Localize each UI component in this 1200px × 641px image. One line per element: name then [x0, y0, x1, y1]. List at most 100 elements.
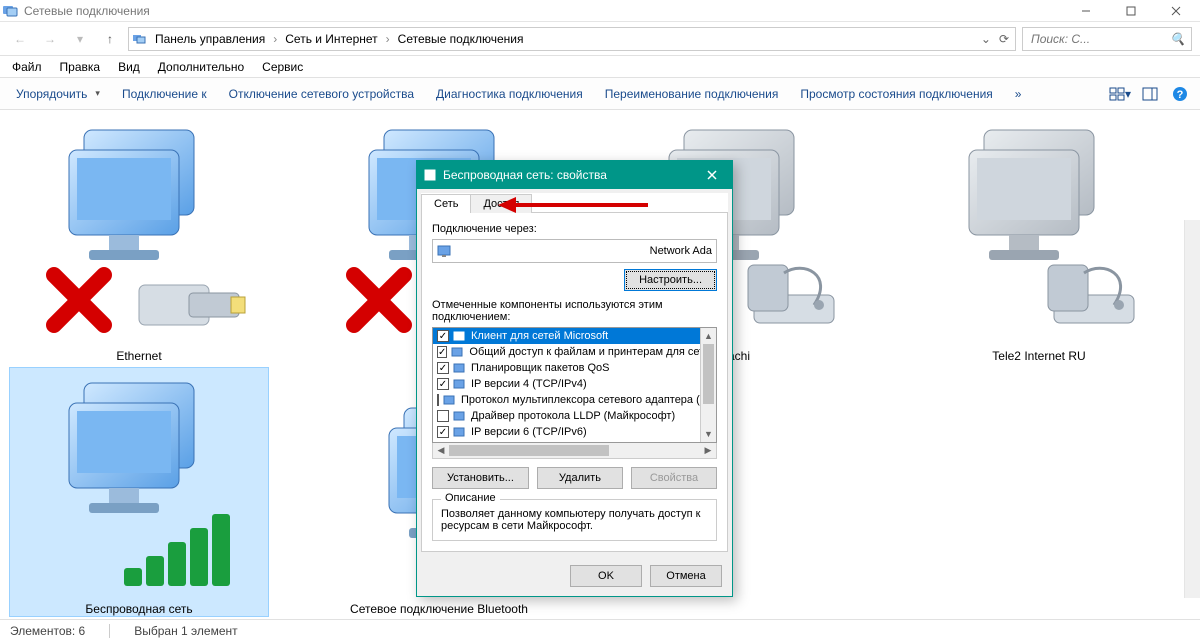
component-item[interactable]: ✓ IP версии 6 (TCP/IPv6)	[433, 424, 700, 440]
divider	[109, 624, 110, 638]
dialog-tabs: Сеть Доступ	[421, 193, 728, 213]
scroll-up-arrow[interactable]: ▲	[701, 328, 716, 344]
components-list: ✓Клиент для сетей Microsoft✓Общий доступ…	[432, 327, 717, 443]
breadcrumb-item[interactable]: Сетевые подключения	[394, 28, 528, 50]
uninstall-button[interactable]: Удалить	[537, 467, 623, 489]
navigation-row: ← → ▾ ↑ Панель управления › Сеть и Интер…	[0, 22, 1200, 56]
component-label: IP версии 6 (TCP/IPv6)	[471, 426, 587, 438]
component-icon	[453, 426, 467, 438]
breadcrumb-item[interactable]: Сеть и Интернет	[281, 28, 381, 50]
list-horizontal-scrollbar[interactable]: ◀ ▶	[432, 443, 717, 459]
cancel-button[interactable]: Отмена	[650, 565, 722, 587]
install-button[interactable]: Установить...	[432, 467, 529, 489]
connection-item-tele2[interactable]: Tele2 Internet RU	[910, 115, 1168, 363]
list-vertical-scrollbar[interactable]: ▲ ▼	[700, 328, 716, 442]
status-selection: Выбран 1 элемент	[134, 624, 237, 638]
checkbox[interactable]: ✓	[437, 362, 449, 374]
scroll-down-arrow[interactable]: ▼	[701, 426, 716, 442]
toolbar: Упорядочить Подключение к Отключение сет…	[0, 78, 1200, 110]
address-icon	[131, 31, 147, 47]
diagnose-button[interactable]: Диагностика подключения	[426, 83, 593, 105]
checkbox[interactable]: ✓	[437, 346, 447, 358]
component-item[interactable]: ✓ IP версии 4 (TCP/IPv4)	[433, 376, 700, 392]
preview-pane-button[interactable]	[1136, 82, 1164, 106]
checkbox[interactable]: ✓	[437, 378, 449, 390]
connection-label: Беспроводная сеть	[10, 602, 268, 616]
breadcrumb-item[interactable]: Панель управления	[151, 28, 269, 50]
checkbox[interactable]	[437, 410, 449, 422]
scroll-right-arrow[interactable]: ▶	[700, 443, 716, 458]
adapter-name: Network Ada	[650, 245, 712, 257]
minimize-button[interactable]	[1063, 0, 1108, 22]
connection-item-ethernet-1[interactable]: Ethernet	[10, 115, 268, 363]
component-label: IP версии 4 (TCP/IPv4)	[471, 378, 587, 390]
connection-thumb	[929, 115, 1149, 345]
description-legend: Описание	[441, 492, 500, 504]
description-text: Позволяет данному компьютеру получать до…	[441, 508, 708, 532]
connection-label: Tele2 Internet RU	[910, 349, 1168, 363]
scroll-thumb[interactable]	[449, 445, 609, 456]
connection-label: Ethernet	[10, 349, 268, 363]
search-box[interactable]: 🔍	[1022, 27, 1192, 51]
view-layout-button[interactable]: ▾	[1106, 82, 1134, 106]
menu-tools[interactable]: Сервис	[254, 58, 311, 76]
menu-edit[interactable]: Правка	[52, 58, 109, 76]
component-icon	[451, 346, 465, 358]
configure-button[interactable]: Настроить...	[624, 269, 717, 291]
properties-button[interactable]: Свойства	[631, 467, 717, 489]
organize-menu[interactable]: Упорядочить	[6, 83, 110, 105]
component-item[interactable]: ✓ Планировщик пакетов QoS	[433, 360, 700, 376]
tab-access[interactable]: Доступ	[470, 194, 532, 213]
chevron-right-icon: ›	[273, 32, 277, 46]
forward-button[interactable]: →	[38, 27, 62, 51]
window-titlebar: Сетевые подключения	[0, 0, 1200, 22]
help-button[interactable]: ?	[1166, 82, 1194, 106]
component-label: Драйвер протокола LLDP (Майкрософт)	[471, 410, 675, 422]
component-item[interactable]: ✓ Общий доступ к файлам и принтерам для с…	[433, 344, 700, 360]
connect-to-button[interactable]: Подключение к	[112, 83, 217, 105]
search-input[interactable]	[1029, 31, 1164, 47]
refresh-button[interactable]: ⟳	[999, 32, 1013, 46]
dialog-close-button[interactable]	[698, 164, 726, 186]
scroll-thumb[interactable]	[703, 344, 714, 404]
tab-network[interactable]: Сеть	[421, 194, 471, 213]
component-item[interactable]: ✓Клиент для сетей Microsoft	[433, 328, 700, 344]
component-icon	[453, 330, 467, 342]
scroll-left-arrow[interactable]: ◀	[433, 443, 449, 458]
component-item[interactable]: Драйвер протокола LLDP (Майкрософт)	[433, 408, 700, 424]
properties-dialog: Беспроводная сеть: свойства Сеть Доступ …	[416, 160, 733, 597]
description-group: Описание Позволяет данному компьютеру по…	[432, 499, 717, 541]
rename-button[interactable]: Переименование подключения	[595, 83, 789, 105]
checkbox[interactable]	[437, 394, 439, 406]
address-dropdown[interactable]: ⌄	[981, 32, 995, 46]
adapter-field: Network Ada	[432, 239, 717, 263]
menu-file[interactable]: Файл	[4, 58, 50, 76]
menu-bar: Файл Правка Вид Дополнительно Сервис	[0, 56, 1200, 78]
ok-button[interactable]: OK	[570, 565, 642, 587]
component-label: Планировщик пакетов QoS	[471, 362, 610, 374]
menu-advanced[interactable]: Дополнительно	[150, 58, 252, 76]
dialog-titlebar[interactable]: Беспроводная сеть: свойства	[417, 161, 732, 189]
component-item[interactable]: Протокол мультиплексора сетевого адаптер…	[433, 392, 700, 408]
close-button[interactable]	[1153, 0, 1198, 22]
checkbox[interactable]: ✓	[437, 330, 449, 342]
chevron-right-icon: ›	[386, 32, 390, 46]
back-button[interactable]: ←	[8, 27, 32, 51]
vertical-scrollbar[interactable]	[1184, 220, 1200, 598]
disable-device-button[interactable]: Отключение сетевого устройства	[219, 83, 424, 105]
component-label: Общий доступ к файлам и принтерам для се…	[469, 346, 700, 358]
app-icon	[2, 3, 18, 19]
maximize-button[interactable]	[1108, 0, 1153, 22]
toolbar-overflow[interactable]: »	[1005, 83, 1032, 105]
address-bar[interactable]: Панель управления › Сеть и Интернет › Се…	[128, 27, 1016, 51]
connection-thumb	[29, 115, 249, 345]
checkbox[interactable]: ✓	[437, 426, 449, 438]
menu-view[interactable]: Вид	[110, 58, 148, 76]
connection-item-wifi[interactable]: Беспроводная сеть	[10, 368, 268, 616]
recent-dropdown[interactable]: ▾	[68, 27, 92, 51]
view-status-button[interactable]: Просмотр состояния подключения	[790, 83, 1002, 105]
component-icon	[453, 410, 467, 422]
adapter-icon	[437, 244, 453, 258]
component-label: Протокол мультиплексора сетевого адаптер…	[461, 394, 700, 406]
up-button[interactable]: ↑	[98, 27, 122, 51]
